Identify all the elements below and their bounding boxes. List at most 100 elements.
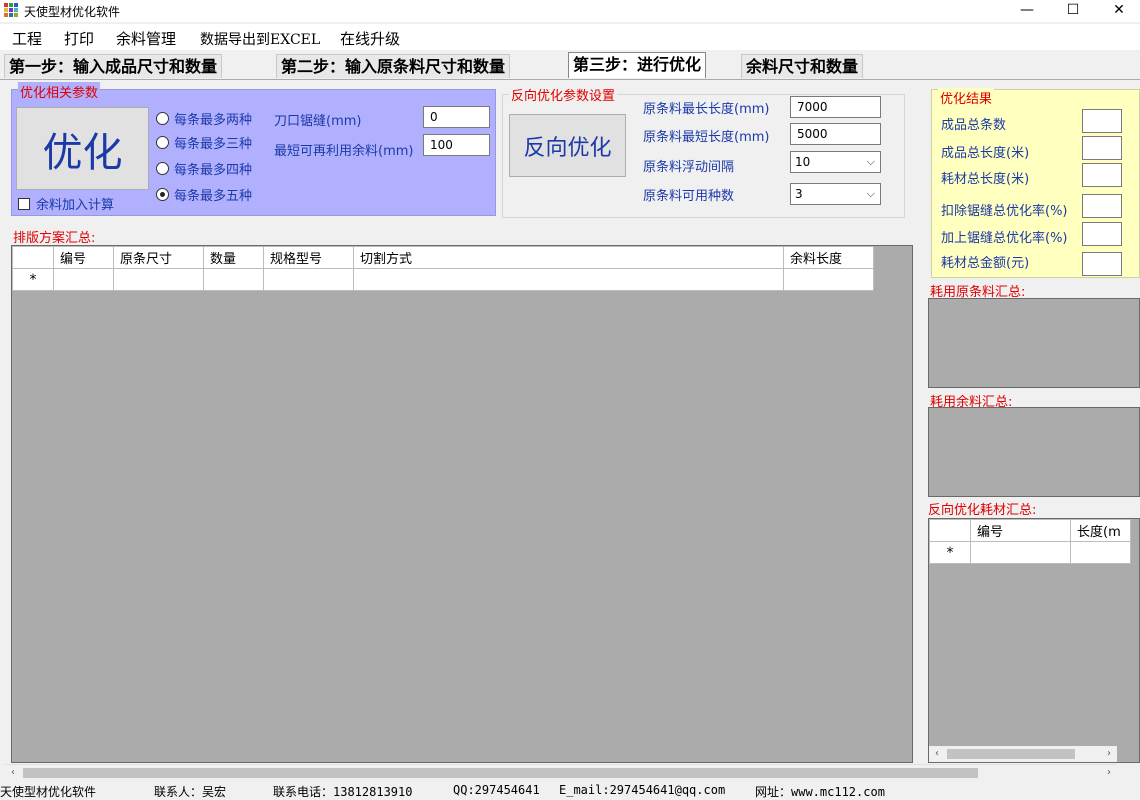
radio-dot[interactable] (156, 188, 169, 201)
material-length-field[interactable] (1082, 163, 1122, 187)
reverse-usage-hscrollbar[interactable]: ‹ › (929, 746, 1117, 762)
table-cell[interactable] (353, 268, 784, 291)
table-cell[interactable] (263, 268, 354, 291)
column-header[interactable]: 长度(m (1070, 519, 1131, 542)
radio-label: 每条最多两种 (174, 113, 253, 128)
close-button[interactable]: ✕ (1096, 0, 1140, 22)
tab-remnant[interactable]: 余料尺寸和数量 (741, 54, 864, 78)
layout-summary-title: 排版方案汇总: (13, 231, 96, 246)
table-row[interactable]: * (12, 268, 874, 291)
status-website: 网址：www.mc112.com (755, 785, 885, 799)
table-cell[interactable] (53, 268, 114, 291)
column-header[interactable]: 切割方式 (353, 246, 784, 269)
rate-with-kerf-field[interactable] (1082, 222, 1122, 246)
float-interval-value: 10 (795, 155, 811, 169)
scroll-right-icon[interactable]: › (1101, 765, 1117, 781)
tab-step2[interactable]: 第二步：输入原条料尺寸和数量 (276, 54, 511, 78)
window-title: 天使型材优化软件 (24, 5, 121, 19)
max-length-input[interactable]: 7000 (790, 96, 881, 118)
table-row[interactable]: * (929, 541, 1131, 564)
total-amount-label: 耗材总金额(元) (941, 256, 1030, 271)
column-header[interactable]: 原条尺寸 (113, 246, 204, 269)
column-header[interactable]: 余料长度 (783, 246, 874, 269)
reverse-usage-grid[interactable]: 编号 长度(m * ‹ › (928, 518, 1140, 763)
min-length-input[interactable]: 5000 (790, 123, 881, 145)
raw-usage-grid[interactable] (928, 298, 1140, 388)
menu-project[interactable]: 工程 (12, 28, 42, 49)
table-cell[interactable] (1070, 541, 1131, 564)
minimize-button[interactable]: — (1004, 0, 1050, 22)
radio-max-two[interactable]: 每条最多两种 (156, 109, 252, 128)
results-group: 优化结果 成品总条数 成品总长度(米) 耗材总长度(米) 扣除锯缝总优化率(%)… (931, 88, 1140, 278)
table-cell[interactable] (783, 268, 874, 291)
kerf-label: 刀口锯缝(mm) (274, 114, 362, 129)
available-kinds-value: 3 (795, 187, 803, 201)
status-phone: 联系电话：13812813910 (273, 785, 413, 799)
row-header-corner (929, 519, 971, 542)
radio-max-five[interactable]: 每条最多五种 (156, 185, 252, 204)
radio-dot[interactable] (156, 112, 169, 125)
scroll-thumb[interactable] (947, 749, 1075, 759)
title-bar: 天使型材优化软件 — ☐ ✕ (0, 0, 1140, 22)
layout-summary-grid[interactable]: 编号 原条尺寸 数量 规格型号 切割方式 余料长度 * (11, 245, 913, 763)
reverse-usage-title: 反向优化耗材汇总: (928, 503, 1037, 518)
total-length-field[interactable] (1082, 136, 1122, 160)
max-length-label: 原条料最长长度(mm) (643, 102, 770, 117)
status-contact: 联系人：吴宏 (154, 785, 227, 799)
scroll-left-icon[interactable]: ‹ (929, 746, 945, 762)
app-icon (4, 3, 18, 17)
status-email: E_mail:297454641@qq.com (559, 783, 726, 797)
table-cell[interactable] (113, 268, 204, 291)
table-cell[interactable] (970, 541, 1071, 564)
menu-bar: 工程 打印 余料管理 数据导出到EXCEL 在线升级 (0, 24, 1140, 50)
total-pieces-field[interactable] (1082, 109, 1122, 133)
tab-step1[interactable]: 第一步：输入成品尺寸和数量 (4, 54, 223, 78)
rate-without-kerf-field[interactable] (1082, 194, 1122, 218)
total-length-label: 成品总长度(米) (941, 146, 1030, 161)
scroll-thumb[interactable] (23, 768, 978, 778)
radio-max-four[interactable]: 每条最多四种 (156, 159, 252, 178)
scroll-left-icon[interactable]: ‹ (5, 765, 21, 781)
available-kinds-select[interactable]: 3 ⌵ (790, 183, 881, 205)
radio-dot[interactable] (156, 162, 169, 175)
reverse-optimize-button[interactable]: 反向优化 (509, 114, 626, 177)
radio-label: 每条最多四种 (174, 163, 253, 178)
scroll-right-icon[interactable]: › (1101, 746, 1117, 762)
new-row-marker: * (929, 541, 971, 564)
radio-max-three[interactable]: 每条最多三种 (156, 133, 252, 152)
menu-remnant-management[interactable]: 余料管理 (116, 28, 176, 49)
min-remnant-label: 最短可再利用余料(mm) (274, 144, 414, 159)
results-title: 优化结果 (938, 88, 995, 107)
checkbox-box[interactable] (18, 197, 30, 210)
status-bar: 天使型材优化软件 联系人：吴宏 联系电话：13812813910 QQ:2974… (0, 781, 1140, 799)
column-header[interactable]: 数量 (203, 246, 264, 269)
kerf-input[interactable]: 0 (423, 106, 490, 128)
maximize-button[interactable]: ☐ (1050, 0, 1096, 22)
remnant-usage-grid[interactable] (928, 407, 1140, 497)
min-remnant-input[interactable]: 100 (423, 134, 490, 156)
reverse-params-group: 反向优化参数设置 反向优化 原条料最长长度(mm) 7000 原条料最短长度(m… (502, 85, 905, 218)
column-header[interactable]: 规格型号 (263, 246, 354, 269)
row-header-corner (12, 246, 54, 269)
menu-print[interactable]: 打印 (64, 28, 94, 49)
radio-dot[interactable] (156, 136, 169, 149)
chevron-down-icon[interactable]: ⌵ (867, 152, 875, 172)
min-length-label: 原条料最短长度(mm) (643, 130, 770, 145)
include-remnant-label: 余料加入计算 (36, 198, 115, 213)
menu-export-excel[interactable]: 数据导出到EXCEL (200, 29, 320, 49)
table-cell[interactable] (203, 268, 264, 291)
tab-step3[interactable]: 第三步：进行优化 (568, 52, 707, 78)
radio-label: 每条最多三种 (174, 137, 253, 152)
column-header[interactable]: 编号 (970, 519, 1071, 542)
page-hscrollbar[interactable]: ‹ › (5, 764, 1117, 780)
optimize-button[interactable]: 优化 (16, 107, 149, 190)
column-header[interactable]: 编号 (53, 246, 114, 269)
float-interval-label: 原条料浮动间隔 (643, 160, 735, 175)
float-interval-select[interactable]: 10 ⌵ (790, 151, 881, 173)
include-remnant-checkbox[interactable]: 余料加入计算 (18, 194, 114, 213)
status-qq: QQ:297454641 (453, 783, 540, 797)
chevron-down-icon[interactable]: ⌵ (867, 184, 875, 204)
layout-summary-table: 编号 原条尺寸 数量 规格型号 切割方式 余料长度 * (12, 246, 874, 291)
total-amount-field[interactable] (1082, 252, 1122, 276)
menu-online-upgrade[interactable]: 在线升级 (340, 28, 400, 49)
